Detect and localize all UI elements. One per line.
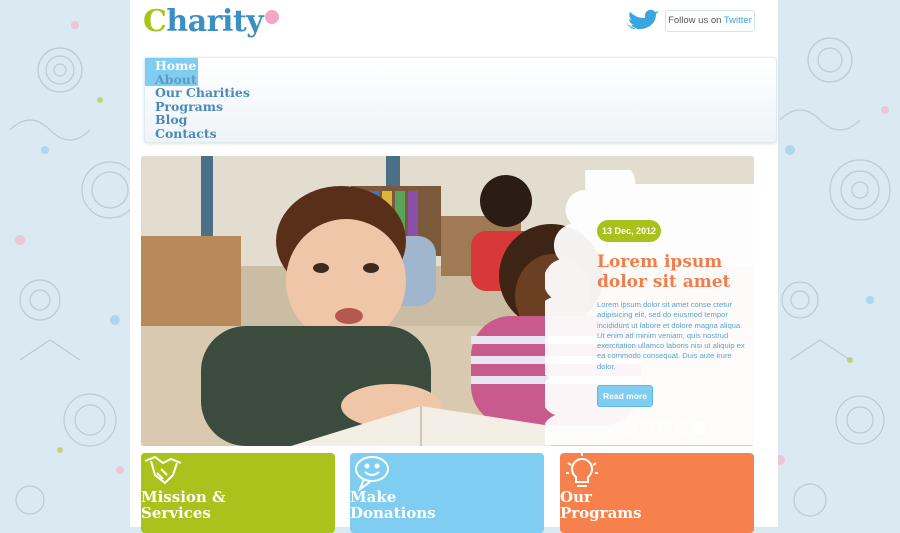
handshake-icon — [144, 455, 182, 485]
twitter-bird-icon[interactable] — [622, 8, 660, 34]
card-title-line2: Services — [141, 504, 211, 522]
card-our-programs[interactable]: Our Programs — [560, 453, 754, 533]
card-title-line1: Our — [560, 488, 592, 506]
slider-dot-5[interactable] — [692, 421, 705, 434]
slide-title: Lorem ipsum dolor sit amet — [597, 252, 731, 292]
card-title-donations: Make Donations — [350, 489, 436, 521]
twitter-link[interactable]: Twitter — [724, 15, 752, 26]
slider-dot-3[interactable] — [658, 421, 671, 434]
slider-dot-2[interactable] — [641, 421, 654, 434]
lightbulb-icon — [566, 453, 598, 487]
site-logo[interactable]: Charity — [143, 4, 280, 39]
follow-prefix: Follow us on — [668, 15, 724, 26]
card-mission-services[interactable]: Mission & Services — [141, 453, 335, 533]
nav-item-contacts[interactable]: Contacts — [145, 126, 250, 141]
card-title-line1: Mission & — [141, 488, 226, 506]
nav-item-home[interactable]: Home — [145, 58, 198, 73]
nav-list: Home About Our Charities Programs Blog C… — [145, 58, 250, 140]
nav-item-about[interactable]: About — [145, 72, 198, 86]
smile-bubble-icon — [355, 456, 389, 492]
slider-dot-4[interactable] — [675, 421, 688, 434]
card-make-donations[interactable]: Make Donations — [350, 453, 544, 533]
card-title-line2: Programs — [560, 504, 642, 522]
slide-date-badge: 13 Dec, 2012 — [597, 220, 661, 242]
card-title-line1: Make — [350, 488, 397, 506]
logo-text: harity — [166, 4, 264, 39]
nav-item-blog[interactable]: Blog — [145, 113, 250, 127]
card-title-line2: Donations — [350, 504, 436, 522]
follow-us-twitter[interactable]: Follow us on Twitter — [665, 10, 755, 32]
read-more-button[interactable]: Read more — [597, 385, 653, 407]
main-navigation: Home About Our Charities Programs Blog C… — [144, 57, 777, 143]
nav-item-programs[interactable]: Programs — [145, 99, 250, 114]
logo-bubble-icon — [265, 10, 280, 24]
slide-text: Lorem ipsum dolor sit amet conse ctetur … — [597, 300, 745, 371]
logo-first-letter: C — [143, 4, 167, 39]
nav-item-our-charities[interactable]: Our Charities — [145, 86, 250, 100]
card-title-mission: Mission & Services — [141, 489, 226, 521]
slider-pagination — [624, 421, 705, 434]
card-title-programs: Our Programs — [560, 489, 642, 521]
slider-dot-1[interactable] — [624, 421, 637, 434]
